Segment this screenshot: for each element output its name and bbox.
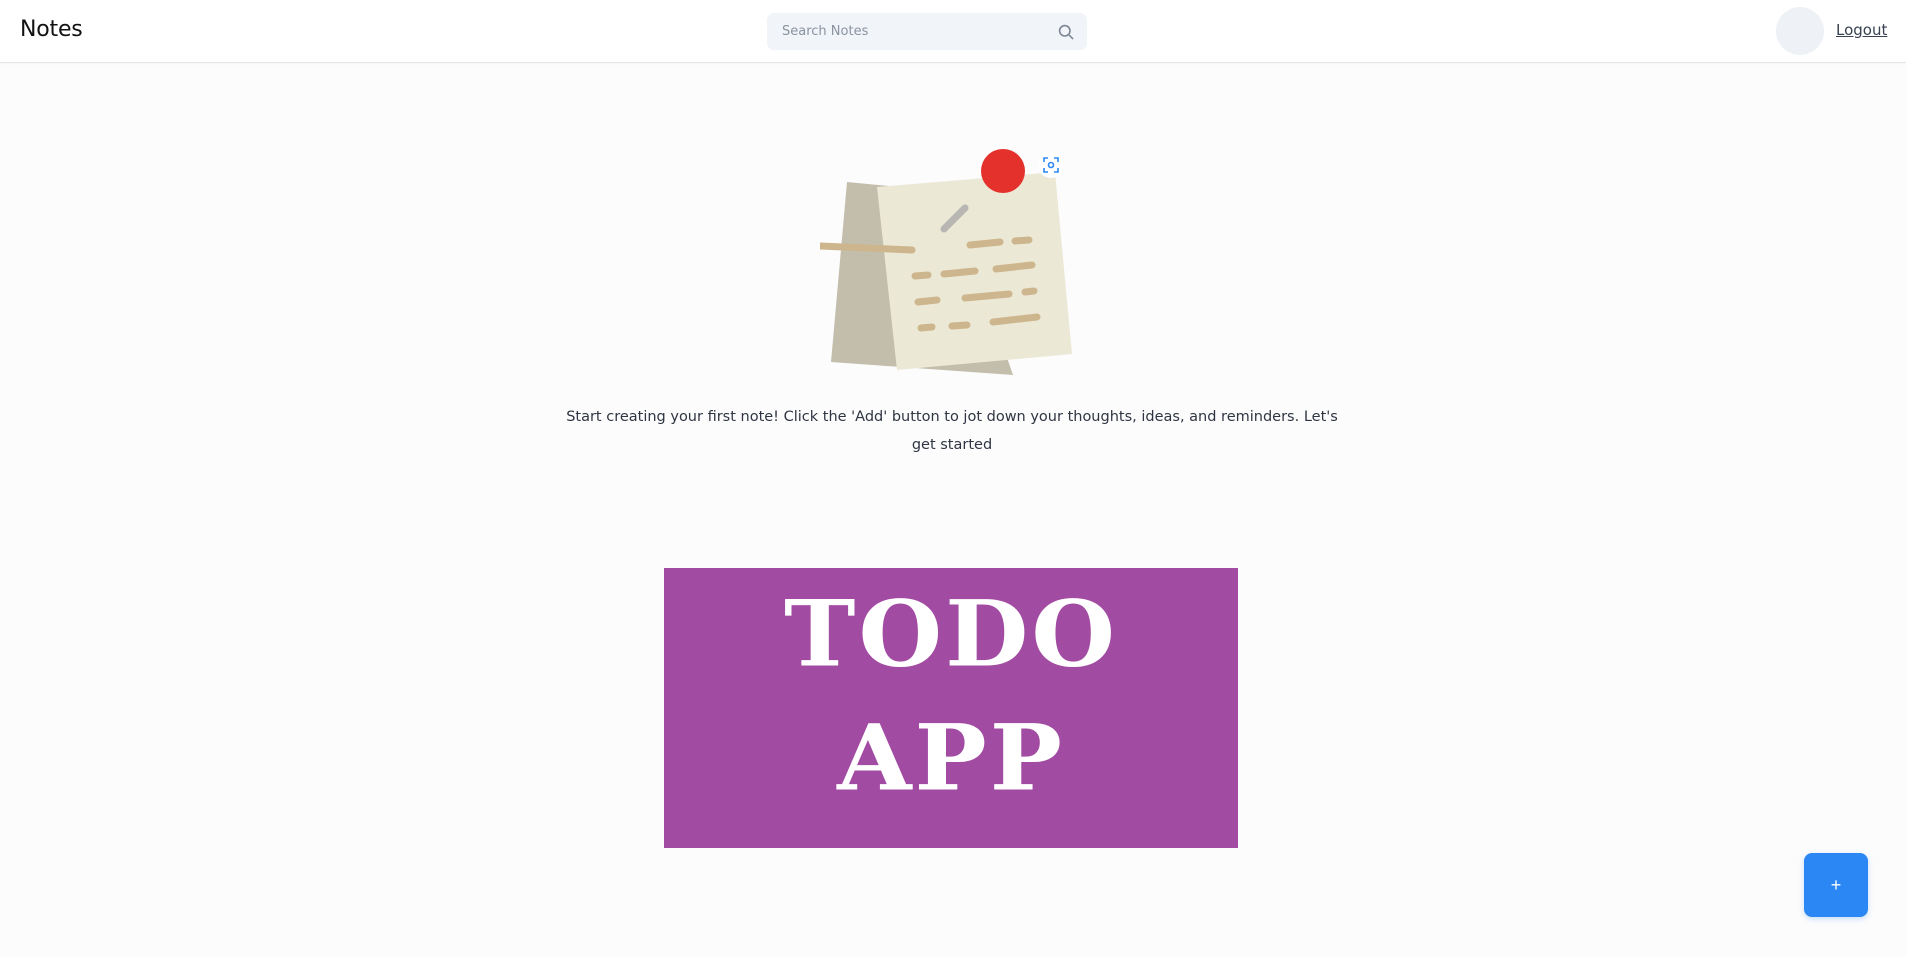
search-icon[interactable] [1057,23,1075,41]
top-bar: Notes Logout [0,0,1906,63]
focus-icon[interactable] [1038,152,1064,178]
banner-line-2: APP [837,703,1065,812]
avatar[interactable] [1776,7,1824,55]
search-input[interactable] [782,24,1057,39]
sticky-note-icon [816,140,1080,380]
app-title: Notes [20,17,83,42]
banner-line-1: TODO [784,579,1118,688]
search-box[interactable] [767,13,1087,50]
logout-link[interactable]: Logout [1836,21,1887,39]
empty-state-message: Start creating your first note! Click th… [566,409,1338,453]
todo-app-banner: TODO APP [664,568,1238,848]
add-note-button[interactable]: + [1804,853,1868,917]
